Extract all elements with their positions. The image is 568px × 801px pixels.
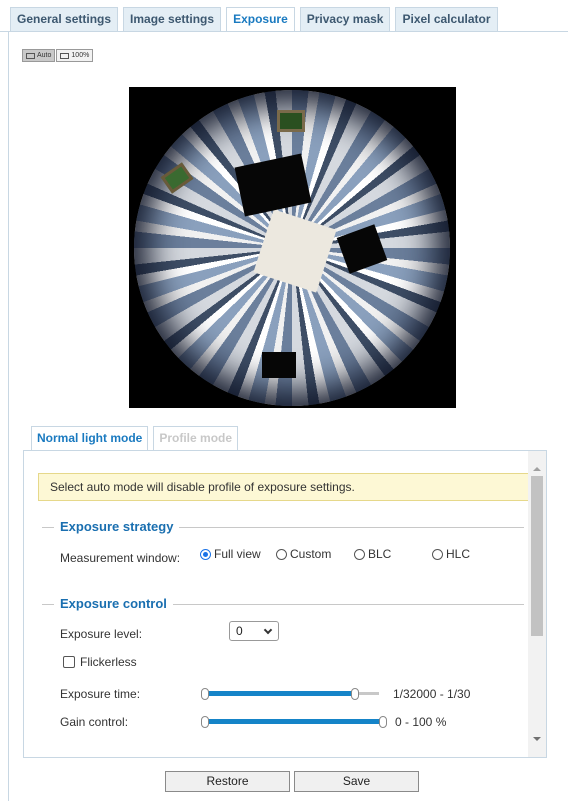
- flickerless-checkbox[interactable]: Flickerless: [63, 655, 137, 669]
- tab-image-settings[interactable]: Image settings: [123, 7, 222, 31]
- exposure-level-select[interactable]: 0: [229, 621, 279, 641]
- chevron-down-icon: [263, 625, 273, 635]
- save-button[interactable]: Save: [294, 771, 419, 792]
- radio-full-view[interactable]: Full view: [200, 547, 262, 561]
- dark-ceiling-area: [262, 352, 296, 378]
- radio-custom-dot: [276, 548, 287, 560]
- exposure-control-title: Exposure control: [54, 596, 173, 612]
- flickerless-label: Flickerless: [80, 655, 137, 669]
- exposure-settings-panel[interactable]: Select auto mode will disable profile of…: [23, 450, 547, 758]
- tab-profile-mode[interactable]: Profile mode: [153, 426, 239, 450]
- view-auto-button[interactable]: Auto: [22, 49, 56, 62]
- checkbox-box: [63, 656, 75, 668]
- radio-hlc[interactable]: HLC: [432, 547, 470, 561]
- radio-blc[interactable]: BLC: [354, 547, 418, 561]
- slider-rest: [358, 692, 379, 695]
- content-border: [8, 31, 9, 801]
- measurement-window-label: Measurement window:: [60, 551, 181, 565]
- scrollbar-thumb[interactable]: [531, 476, 543, 636]
- view-100-label: 100%: [71, 52, 90, 59]
- mode-tabs: Normal light mode Profile mode: [31, 426, 239, 451]
- notice-message: Select auto mode will disable profile of…: [38, 473, 529, 501]
- slider-handle-high[interactable]: [379, 716, 387, 728]
- exposure-level-value: 0: [236, 624, 243, 638]
- radio-full-view-dot: [200, 548, 211, 560]
- tab-general-settings[interactable]: General settings: [10, 7, 119, 31]
- radio-blc-label: BLC: [368, 547, 392, 561]
- gain-control-slider[interactable]: [201, 716, 387, 728]
- dark-ceiling-area: [336, 224, 388, 274]
- slider-handle-low[interactable]: [201, 716, 209, 728]
- radio-full-view-label: Full view: [214, 547, 261, 561]
- exposure-level-label: Exposure level:: [60, 627, 143, 641]
- fisheye-image: [134, 90, 450, 406]
- view-100-button[interactable]: 100%: [56, 49, 94, 62]
- tab-divider: [0, 31, 568, 32]
- tab-privacy-mask[interactable]: Privacy mask: [299, 7, 391, 31]
- wall-picture: [277, 110, 305, 132]
- view-auto-icon: [26, 52, 35, 59]
- radio-hlc-dot: [432, 548, 443, 560]
- exposure-strategy-section: Exposure strategy: [42, 519, 524, 535]
- camera-live-view[interactable]: [129, 87, 456, 408]
- view-auto-label: Auto: [37, 52, 52, 59]
- dark-ceiling-area: [234, 153, 312, 217]
- gain-control-label: Gain control:: [60, 715, 129, 729]
- settings-tabs: General settings Image settings Exposure…: [10, 7, 498, 32]
- exposure-control-section: Exposure control: [42, 596, 524, 612]
- measurement-window-options: Full view Custom BLC HLC: [200, 547, 484, 561]
- tab-pixel-calculator[interactable]: Pixel calculator: [395, 7, 498, 31]
- slider-handle-low[interactable]: [201, 688, 209, 700]
- exposure-strategy-title: Exposure strategy: [54, 519, 180, 535]
- radio-hlc-label: HLC: [446, 547, 471, 561]
- view-mode-buttons: Auto 100%: [22, 49, 94, 62]
- tab-normal-light-mode[interactable]: Normal light mode: [31, 426, 149, 451]
- exposure-time-slider[interactable]: [201, 688, 379, 700]
- view-100-icon: [60, 52, 70, 59]
- exposure-time-range: 1/32000 - 1/30: [393, 687, 471, 701]
- exposure-time-label: Exposure time:: [60, 687, 141, 701]
- gain-control-range: 0 - 100 %: [395, 715, 447, 729]
- restore-button[interactable]: Restore: [165, 771, 290, 792]
- radio-custom[interactable]: Custom: [276, 547, 340, 561]
- floor-area: [253, 209, 337, 293]
- tab-exposure[interactable]: Exposure: [226, 7, 295, 32]
- scroll-down-arrow-icon[interactable]: [533, 737, 541, 741]
- wall-picture: [160, 162, 194, 194]
- slider-track: [203, 691, 357, 696]
- radio-blc-dot: [354, 548, 365, 560]
- scroll-up-arrow-icon[interactable]: [533, 467, 541, 471]
- slider-track: [203, 719, 385, 724]
- radio-custom-label: Custom: [290, 547, 332, 561]
- panel-scrollbar[interactable]: [528, 451, 546, 757]
- slider-handle-high[interactable]: [350, 688, 359, 700]
